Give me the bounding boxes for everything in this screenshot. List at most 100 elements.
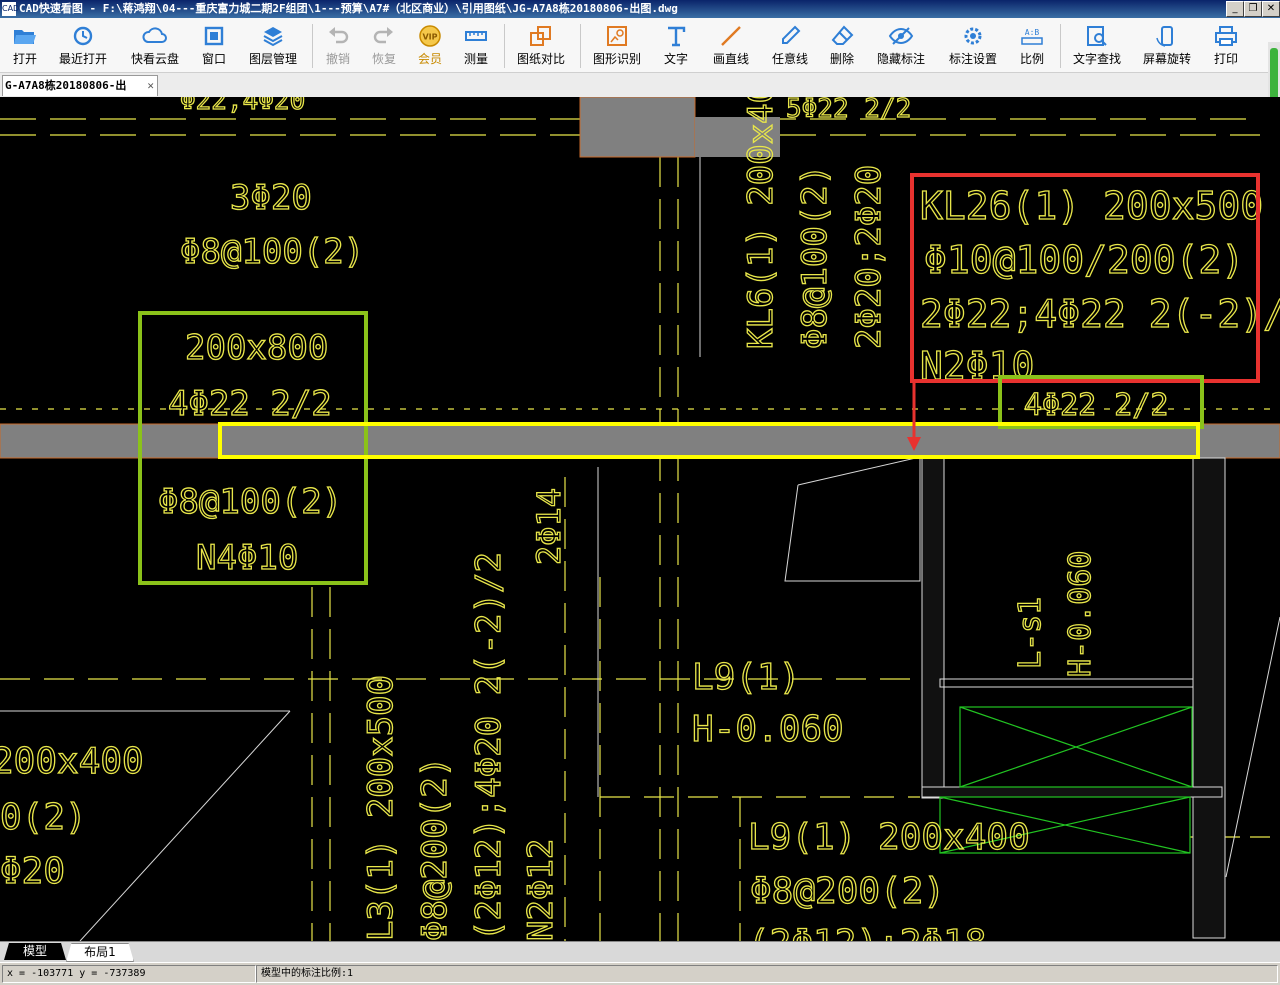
freehand-icon bbox=[782, 25, 801, 44]
annotation-top-left: Φ22,4Φ20 bbox=[180, 97, 305, 116]
line-icon bbox=[721, 26, 741, 46]
annotation-kl6: KL6(1) 200x400 bbox=[741, 97, 781, 349]
annotation-stirrup-top: Φ8@100(2) bbox=[180, 232, 364, 272]
delete-button[interactable]: 删除 bbox=[824, 22, 860, 70]
annotation-3phi20: 3Φ20 bbox=[230, 178, 312, 218]
annotation-settings-icon bbox=[964, 27, 982, 45]
annotation-l9-b-stirrup: Φ8@200(2) bbox=[750, 871, 945, 912]
measure-button[interactable]: 测量 bbox=[456, 22, 496, 70]
annotation-l9-a: L9(1) bbox=[692, 657, 800, 698]
annotation-l9-a-h: H-0.060 bbox=[692, 709, 844, 750]
title-bar: CAD CAD快速看图 - F:\蒋鸿翔\04---重庆富力城二期2F组团\1-… bbox=[0, 0, 1280, 18]
vip-badge-text: VIP bbox=[422, 33, 437, 42]
redo-icon bbox=[373, 27, 393, 44]
annotation-settings-button[interactable]: 标注设置 bbox=[944, 22, 1002, 70]
text-tool-button[interactable]: 文字 bbox=[656, 22, 696, 70]
folder-open-icon bbox=[14, 30, 36, 44]
drawing-compare-button[interactable]: 图纸对比 bbox=[512, 22, 570, 70]
text-icon bbox=[668, 26, 686, 47]
beam-kl26[interactable] bbox=[0, 423, 1280, 459]
freehand-line-button[interactable]: 任意线 bbox=[766, 22, 814, 70]
draw-line-button[interactable]: 画直线 bbox=[706, 22, 756, 70]
annotation-kl6-stirrup: Φ8@100(2) bbox=[795, 165, 835, 349]
annotation-left-200x400: 200x400 bbox=[0, 741, 144, 782]
undo-icon bbox=[329, 27, 349, 44]
vip-button[interactable]: VIP 会员 bbox=[410, 22, 450, 70]
recent-clock-icon bbox=[73, 26, 93, 46]
undo-button[interactable]: 撤销 bbox=[318, 22, 358, 70]
eye-icon bbox=[888, 27, 914, 45]
document-tab[interactable]: G-A7A8栋20180806-出 ✕ bbox=[2, 75, 158, 96]
window-icon bbox=[204, 26, 224, 46]
shape-recognize-button[interactable]: 图形识别 bbox=[588, 22, 646, 70]
app-icon: CAD bbox=[2, 2, 19, 16]
annotation-top-right: 5Φ22 2/2 bbox=[786, 97, 911, 124]
annotation-l3-stirrup: Φ8@200(2) bbox=[415, 757, 455, 941]
annotation-kl26-rebar: 2Φ22;4Φ22 2(-2)/2 bbox=[920, 292, 1280, 336]
annotation-l9-b-rebar: (2Φ12);2Φ18 bbox=[748, 923, 986, 941]
window-title: CAD快速看图 - F:\蒋鸿翔\04---重庆富力城二期2F组团\1---预算… bbox=[19, 2, 678, 15]
open-button[interactable]: 打开 bbox=[4, 22, 46, 70]
annotation-l3-n2phi12: N2Φ12 bbox=[521, 839, 561, 941]
text-search-icon bbox=[1087, 26, 1107, 46]
annotation-l9-b: L9(1) 200x400 bbox=[748, 817, 1030, 858]
toolbar-separator bbox=[580, 24, 581, 68]
vip-icon: VIP bbox=[419, 25, 441, 47]
annotation-left-stirrup: 0(2) bbox=[0, 797, 87, 838]
cloud-icon bbox=[142, 27, 167, 43]
restore-button[interactable]: ❐ bbox=[1244, 1, 1262, 17]
hide-annotation-button[interactable]: 隐藏标注 bbox=[872, 22, 930, 70]
annotation-kl6-rebar: 2Φ20;2Φ20 bbox=[849, 165, 889, 349]
scale-button[interactable]: A:B 比例 bbox=[1012, 22, 1052, 70]
toolbar-separator bbox=[1060, 24, 1061, 68]
text-search-button[interactable]: 文字查找 bbox=[1068, 22, 1126, 70]
layer-manager-button[interactable]: 图层管理 bbox=[244, 22, 302, 70]
annotation-ls1: L-s1 bbox=[1013, 597, 1048, 669]
annotation-ls1-h: H-0.060 bbox=[1063, 551, 1098, 677]
scale-badge-text: A:B bbox=[1025, 28, 1040, 37]
drawing-canvas[interactable]: Φ22,4Φ20 5Φ22 2/2 3Φ20 Φ8@100(2) 200x800… bbox=[0, 97, 1280, 941]
annotation-n4phi10: N4Φ10 bbox=[196, 538, 298, 578]
tab-close-icon[interactable]: ✕ bbox=[147, 76, 154, 96]
concrete-wall bbox=[921, 457, 1226, 939]
annotation-200x800: 200x800 bbox=[185, 328, 328, 368]
toolbar-separator bbox=[504, 24, 505, 68]
annotation-kl26-stirrup: Φ10@100/200(2) bbox=[924, 238, 1244, 282]
scale-icon: A:B bbox=[1021, 28, 1043, 45]
minimize-button[interactable]: _ bbox=[1226, 1, 1244, 17]
layout-tabbar: 模型 布局1 bbox=[0, 941, 1280, 962]
annotation-4phi22-small: 4Φ22 2/2 bbox=[1024, 388, 1169, 423]
rotate-icon bbox=[1156, 26, 1173, 47]
compare-icon bbox=[530, 26, 551, 46]
status-bar: x = -103771 y = -737389 模型中的标注比例:1 bbox=[0, 962, 1280, 985]
print-icon bbox=[1215, 26, 1237, 46]
shape-recognize-icon bbox=[607, 26, 627, 46]
tab-layout1[interactable]: 布局1 bbox=[66, 943, 134, 962]
beam-segment-top[interactable] bbox=[579, 97, 696, 158]
main-toolbar: 打开 最近打开 快看云盘 窗口 图层管理 撤销 恢复 VIP 会员 测量 图纸对… bbox=[0, 18, 1280, 73]
cloud-disk-button[interactable]: 快看云盘 bbox=[126, 22, 184, 70]
annotation-left-phi20: Φ20 bbox=[0, 851, 65, 892]
toolbar-separator bbox=[312, 24, 313, 68]
annotation-scale-status: 模型中的标注比例:1 bbox=[256, 965, 1278, 983]
close-button[interactable]: ✕ bbox=[1262, 1, 1280, 17]
annotation-l3: L3(1) 200x500 bbox=[361, 675, 401, 941]
document-tabbar: G-A7A8栋20180806-出 ✕ bbox=[0, 73, 1268, 98]
eraser-icon bbox=[831, 25, 854, 45]
redo-button[interactable]: 恢复 bbox=[364, 22, 404, 70]
annotation-4phi22: 4Φ22 2/2 bbox=[168, 384, 332, 424]
tab-model[interactable]: 模型 bbox=[4, 943, 66, 960]
cad-drawing[interactable]: Φ22,4Φ20 5Φ22 2/2 3Φ20 Φ8@100(2) 200x800… bbox=[0, 97, 1280, 941]
screen-rotate-button[interactable]: 屏幕旋转 bbox=[1138, 22, 1196, 70]
annotation-2phi14: 2Φ14 bbox=[530, 488, 568, 565]
recent-open-button[interactable]: 最近打开 bbox=[54, 22, 112, 70]
measure-icon bbox=[465, 31, 487, 41]
print-button[interactable]: 打印 bbox=[1206, 22, 1246, 70]
annotation-kl26: KL26(1) 200x500 bbox=[920, 184, 1263, 228]
document-tab-label: G-A7A8栋20180806-出 bbox=[5, 79, 127, 92]
annotation-stirrup-box: Φ8@100(2) bbox=[158, 482, 342, 522]
window-button[interactable]: 窗口 bbox=[196, 22, 232, 70]
red-arrow bbox=[907, 381, 921, 451]
cursor-coordinates: x = -103771 y = -737389 bbox=[2, 965, 256, 983]
cad-annotations: Φ22,4Φ20 5Φ22 2/2 3Φ20 Φ8@100(2) 200x800… bbox=[0, 97, 1280, 941]
